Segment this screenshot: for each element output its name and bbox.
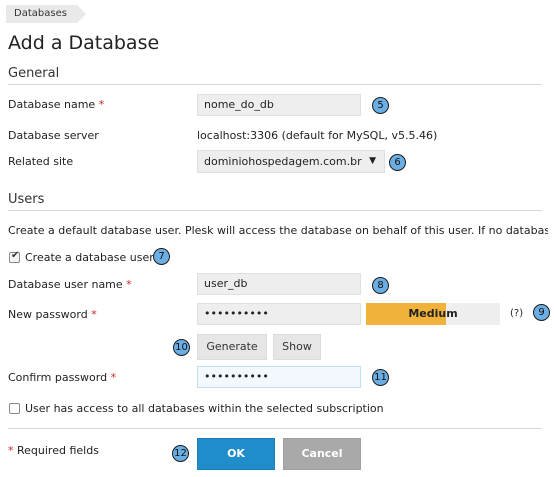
show-password-button[interactable]: Show [273,334,321,360]
callout-badge-8: 8 [372,277,389,294]
users-description: Create a default database user. Plesk wi… [8,224,548,237]
database-server-value: localhost:3306 (default for MySQL, v5.5.… [197,129,438,142]
ok-button[interactable]: OK [197,438,275,470]
confirm-password-input[interactable]: •••••••••• [197,366,361,388]
new-password-input[interactable]: •••••••••• [197,303,361,325]
create-user-checkbox[interactable]: ✔ [9,250,20,263]
required-fields-text: Required fields [17,444,99,457]
callout-badge-5: 5 [372,97,389,114]
callout-badge-10: 10 [173,339,190,356]
section-title-users: Users [8,192,45,207]
create-user-label[interactable]: Create a database user [25,251,154,264]
password-strength-label: Medium [408,307,458,320]
username-input[interactable]: user_db [197,273,361,295]
section-divider [8,84,542,85]
section-title-general: General [8,66,60,81]
callout-badge-9: 9 [533,304,550,321]
callout-badge-6: 6 [389,154,406,171]
database-name-label: Database name * [8,98,105,111]
chevron-down-icon: ▼ [369,156,376,166]
page-title: Add a Database [8,32,160,54]
new-password-label: New password * [8,308,97,321]
all-databases-label[interactable]: User has access to all databases within … [25,402,384,415]
related-site-label: Related site [8,155,74,168]
generate-button[interactable]: Generate [197,334,267,360]
confirm-password-label: Confirm password * [8,371,117,384]
database-server-label: Database server [8,129,99,142]
footer-divider [8,428,542,429]
password-help-link[interactable]: (?) [510,308,523,319]
related-site-value: dominiohospedagem.com.br [204,155,362,168]
callout-badge-11: 11 [372,369,389,386]
section-divider [8,210,542,211]
password-strength-meter: Medium [366,303,500,325]
database-name-input[interactable]: nome_do_db [197,94,361,116]
username-label: Database user name * [8,278,132,291]
all-databases-checkbox[interactable] [9,403,20,414]
related-site-select[interactable]: dominiohospedagem.com.br ▼ [197,150,385,173]
cancel-button[interactable]: Cancel [283,438,361,470]
callout-badge-12: 12 [172,445,189,462]
required-fields-note: * Required fields [8,444,99,457]
breadcrumb[interactable]: Databases [6,5,86,23]
callout-badge-7: 7 [153,248,170,265]
checkmark-icon: ✔ [11,250,20,261]
